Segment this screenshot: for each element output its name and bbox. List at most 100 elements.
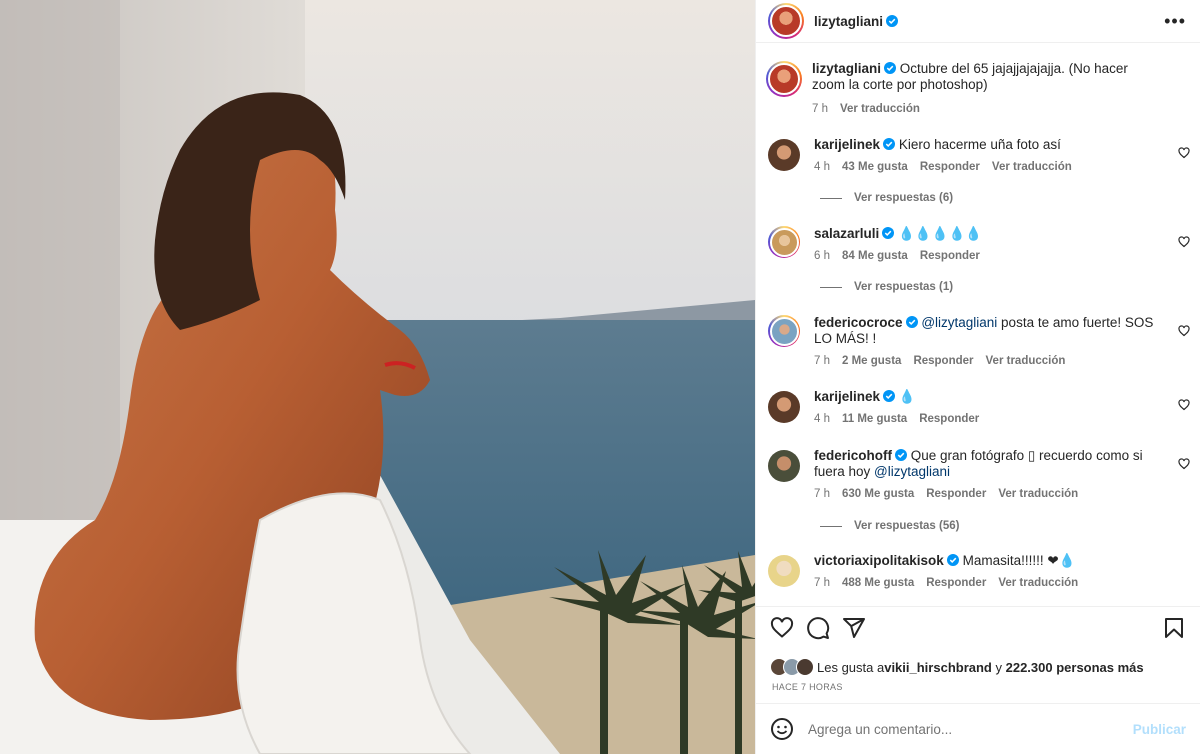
- balcony-sea-photo: [0, 0, 755, 754]
- comment-avatar[interactable]: [768, 391, 800, 423]
- comment-likes[interactable]: 43 Me gusta: [842, 159, 908, 175]
- add-comment-bar: Publicar: [756, 703, 1200, 754]
- author-username[interactable]: lizytagliani: [814, 14, 883, 29]
- comment-item: karijelinek Kiero hacerme uña foto así 4…: [768, 137, 1190, 175]
- comment-avatar: [769, 316, 799, 346]
- caption-time[interactable]: 7 h: [812, 101, 828, 117]
- comment-likes[interactable]: 630 Me gusta: [842, 486, 914, 502]
- likes-summary: Les gusta a vikii_hirschbrand y 222.300 …: [770, 658, 1144, 676]
- comment-username[interactable]: victoriaxipolitakisok: [814, 553, 944, 568]
- post-side-panel: lizytagliani ••• lizytagliani Octubre de…: [755, 0, 1200, 754]
- comment-text: Kiero hacerme uña foto así: [898, 137, 1061, 152]
- view-replies-button[interactable]: Ver respuestas (6): [820, 192, 953, 204]
- comment-item: federicohoff Que gran fotógrafo ▯ recuer…: [768, 448, 1190, 502]
- likes-count-link[interactable]: 222.300 personas más: [1006, 660, 1144, 675]
- caption-username[interactable]: lizytagliani: [812, 61, 881, 76]
- comment-like-heart-icon[interactable]: [1178, 399, 1190, 411]
- verified-badge-icon: [883, 390, 896, 402]
- replies-divider: [820, 286, 842, 288]
- caption-avatar-ring[interactable]: [766, 61, 802, 97]
- author-avatar: [770, 5, 802, 37]
- likes-middle: y: [991, 659, 1006, 675]
- comment-avatar-ring[interactable]: [768, 226, 800, 258]
- comment-mention[interactable]: @lizytagliani: [921, 315, 997, 330]
- comment-text: 💧💧💧💧💧: [898, 226, 983, 241]
- comment-like-heart-icon[interactable]: [1178, 458, 1190, 470]
- comment-reply-button[interactable]: Responder: [920, 248, 980, 264]
- view-replies-button[interactable]: Ver respuestas (1): [820, 281, 953, 293]
- comment-likes[interactable]: 11 Me gusta: [842, 411, 907, 427]
- comment-username[interactable]: karijelinek: [814, 137, 880, 152]
- comment-translate-link[interactable]: Ver traducción: [998, 486, 1078, 502]
- view-replies-button[interactable]: Ver respuestas (56): [820, 520, 959, 532]
- view-replies-label: Ver respuestas (56): [854, 520, 960, 532]
- comment-text: Mamasita!!!!!! ❤💧: [962, 553, 1076, 568]
- verified-badge-icon: [886, 15, 899, 27]
- verified-badge-icon: [895, 449, 908, 461]
- comments-list: lizytagliani Octubre del 65 jajajjajajaj…: [756, 43, 1200, 606]
- comment-translate-link[interactable]: Ver traducción: [986, 353, 1066, 369]
- comment-reply-button[interactable]: Responder: [919, 411, 979, 427]
- post-time-ago[interactable]: HACE 7 HORAS: [772, 682, 843, 692]
- comment-time[interactable]: 6 h: [814, 248, 830, 264]
- comment-bubble-icon[interactable]: [806, 616, 830, 640]
- verified-badge-icon: [883, 138, 896, 150]
- comment-reply-button[interactable]: Responder: [926, 486, 986, 502]
- verified-badge-icon: [882, 227, 895, 239]
- comment-item: salazarluli 💧💧💧💧💧 6 h 84 Me gusta Respon…: [768, 226, 1190, 264]
- liker-avatar: [796, 658, 814, 676]
- verified-badge-icon: [905, 316, 918, 328]
- comment-like-heart-icon[interactable]: [1178, 236, 1190, 248]
- comment-username[interactable]: salazarluli: [814, 226, 879, 241]
- verified-badge-icon: [946, 554, 959, 566]
- comment-likes[interactable]: 488 Me gusta: [842, 575, 914, 591]
- post-photo[interactable]: [0, 0, 755, 754]
- comment-reply-button[interactable]: Responder: [926, 575, 986, 591]
- replies-divider: [820, 197, 842, 199]
- bookmark-icon[interactable]: [1162, 616, 1186, 640]
- comment-likes[interactable]: 2 Me gusta: [842, 353, 901, 369]
- comment-translate-link[interactable]: Ver traducción: [998, 575, 1078, 591]
- comment-time[interactable]: 4 h: [814, 159, 830, 175]
- publish-button[interactable]: Publicar: [1133, 722, 1186, 737]
- comment-input[interactable]: [808, 721, 1133, 737]
- comment-username[interactable]: karijelinek: [814, 389, 880, 404]
- comment-username[interactable]: federicocroce: [814, 315, 903, 330]
- post-actions-bar: [756, 606, 1200, 648]
- view-replies-label: Ver respuestas (1): [854, 281, 954, 293]
- author-avatar-ring[interactable]: [768, 3, 804, 39]
- comment-like-heart-icon[interactable]: [1178, 147, 1190, 159]
- comment-avatar[interactable]: [768, 450, 800, 482]
- comment-item: karijelinek 💧 4 h 11 Me gusta Responder: [768, 389, 1190, 427]
- emoji-smiley-icon[interactable]: [770, 717, 794, 741]
- comment-item: victoriaxipolitakisok Mamasita!!!!!! ❤💧 …: [768, 553, 1190, 591]
- post-caption: lizytagliani Octubre del 65 jajajjajajaj…: [766, 61, 1190, 117]
- share-send-icon[interactable]: [842, 616, 866, 640]
- verified-badge-icon: [884, 62, 897, 74]
- comment-avatar[interactable]: [768, 555, 800, 587]
- comment-like-heart-icon[interactable]: [1178, 325, 1190, 337]
- post-header: lizytagliani •••: [756, 0, 1200, 43]
- comment-likes[interactable]: 84 Me gusta: [842, 248, 908, 264]
- caption-avatar: [768, 63, 800, 95]
- comment-time[interactable]: 7 h: [814, 353, 830, 369]
- comment-time[interactable]: 7 h: [814, 486, 830, 502]
- comment-translate-link[interactable]: Ver traducción: [992, 159, 1072, 175]
- comment-time[interactable]: 4 h: [814, 411, 830, 427]
- comment-reply-button[interactable]: Responder: [913, 353, 973, 369]
- comment-avatar: [769, 227, 799, 257]
- comment-avatar[interactable]: [768, 139, 800, 171]
- comment-avatar-ring[interactable]: [768, 315, 800, 347]
- comment-username[interactable]: federicohoff: [814, 448, 892, 463]
- comment-mention[interactable]: @lizytagliani: [874, 464, 950, 479]
- liker-avatars[interactable]: [770, 658, 814, 676]
- replies-divider: [820, 525, 842, 527]
- like-heart-icon[interactable]: [770, 616, 794, 640]
- comment-reply-button[interactable]: Responder: [920, 159, 980, 175]
- comment-time[interactable]: 7 h: [814, 575, 830, 591]
- more-options-icon[interactable]: •••: [1164, 12, 1186, 30]
- caption-translate-link[interactable]: Ver traducción: [840, 101, 920, 117]
- view-replies-label: Ver respuestas (6): [854, 192, 954, 204]
- comment-text: 💧: [898, 389, 916, 404]
- likes-user-link[interactable]: vikii_hirschbrand: [884, 660, 992, 675]
